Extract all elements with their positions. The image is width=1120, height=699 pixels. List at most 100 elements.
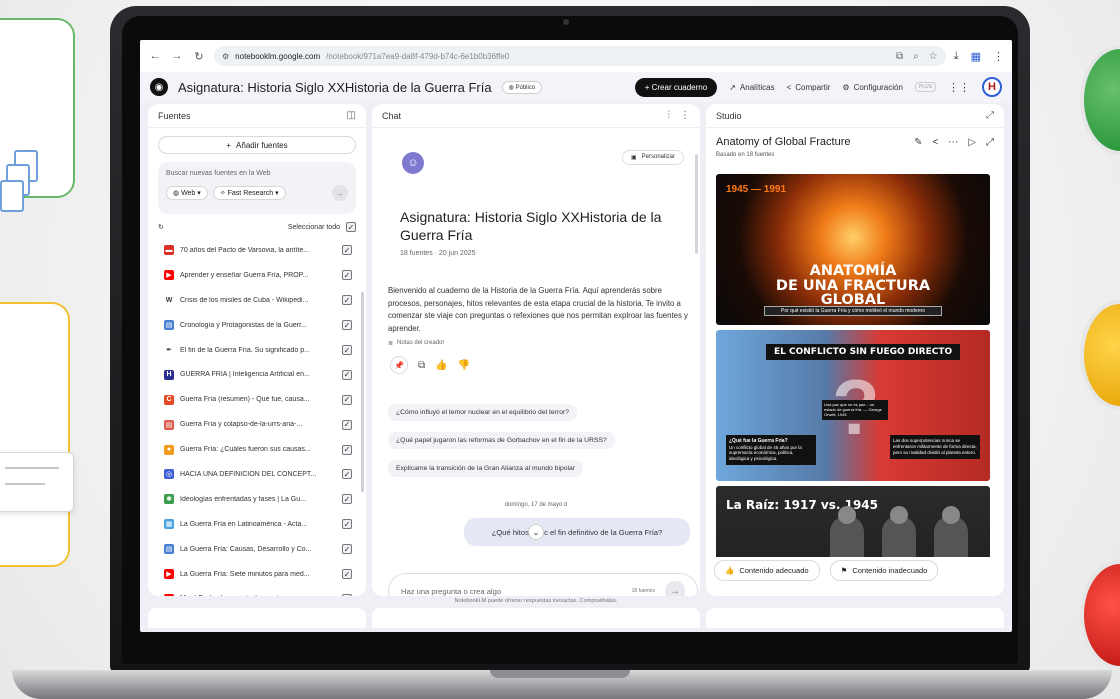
slide-3[interactable]: La Raíz: 1917 vs. 1945	[716, 486, 990, 557]
source-item-label: Aprender y enseñar Guerra Fría, PROP...	[180, 271, 309, 279]
source-item[interactable]: ● Guerra Fría: ¿Cuáles fueron sus causas.…	[148, 437, 366, 462]
select-all-checkbox[interactable]: ✓	[346, 222, 356, 232]
source-checkbox[interactable]: ✓	[342, 494, 352, 505]
refresh-icon[interactable]: ↻	[158, 223, 164, 231]
source-checkbox[interactable]: ✓	[342, 569, 352, 580]
apps-grid-icon[interactable]: ⋮⋮	[948, 81, 970, 94]
source-checkbox[interactable]: ✓	[342, 593, 352, 596]
notebooklm-logo-icon[interactable]: ◉	[150, 78, 168, 96]
bad-content-button[interactable]: ⚑ Contenido inadecuado	[829, 560, 939, 581]
source-checkbox[interactable]: ✓	[342, 469, 352, 480]
forward-icon[interactable]: →	[170, 50, 184, 62]
source-checkbox[interactable]: ✓	[342, 369, 352, 380]
source-checkbox[interactable]: ✓	[342, 270, 352, 281]
sources-title: Fuentes	[158, 110, 191, 121]
good-content-button[interactable]: 👍 Contenido adecuado	[714, 560, 820, 581]
source-item[interactable]: ▤ La Guerra Fría: Causas, Desarrollo y Co…	[148, 537, 366, 562]
suggestion-chip[interactable]: Explicame la transición de la Gran Alian…	[388, 460, 584, 477]
suggestion-chip[interactable]: ¿Qué papel jugaron las reformas de Gorba…	[388, 432, 615, 449]
pencil-icon[interactable]: ✎	[914, 137, 922, 148]
profile-icon[interactable]: ▦	[971, 50, 981, 63]
chat-input[interactable]: Haz una pregunta o crea algo 18 fuentes …	[388, 573, 698, 596]
reload-icon[interactable]: ↻	[192, 50, 206, 63]
suggestion-chip[interactable]: ¿Cómo influyó el temor nuclear en el equ…	[388, 404, 578, 421]
source-checkbox[interactable]: ✓	[342, 519, 352, 530]
download-icon[interactable]: ⤓	[954, 50, 959, 63]
analytics-button[interactable]: ↗ Analíticas	[729, 83, 774, 92]
slides-list[interactable]: 1945 — 1991 ANATOMÍA DE UNA FRACTURA GLO…	[716, 174, 990, 557]
source-item[interactable]: ▦ La Guerra Fría en Latinoamérica - Acta.…	[148, 512, 366, 537]
zoom-icon[interactable]: ⌕	[913, 51, 919, 62]
add-sources-button[interactable]: + Añadir fuentes	[158, 136, 356, 154]
slide-quote: Una paz que no es paz... un estado de gu…	[822, 400, 888, 420]
source-item[interactable]: ✒ El fin de la Guerra Fría. Su significad…	[148, 338, 366, 363]
source-item[interactable]: H GUERRA FRÍA | Inteligencia Artificial e…	[148, 362, 366, 387]
thumbs-up-icon[interactable]: 👍	[435, 360, 447, 371]
source-item[interactable]: ▤ Cronología y Protagonistas de la Guerr.…	[148, 313, 366, 338]
source-checkbox[interactable]: ✓	[342, 295, 352, 306]
h-logo-icon: H	[164, 369, 174, 380]
bad-content-label: Contenido inadecuado	[852, 566, 928, 575]
source-item-label: El fin de la Guerra Fría. Su significado…	[180, 346, 310, 354]
back-icon[interactable]: ←	[148, 50, 162, 62]
research-mode-dropdown[interactable]: ✧ Fast Research ▾	[212, 186, 286, 200]
c-logo-icon: C	[164, 394, 174, 405]
visibility-chip[interactable]: ◍ Público	[501, 80, 543, 94]
collapse-panel-icon[interactable]: ◫	[347, 110, 356, 121]
source-item[interactable]: W Crisis de los misiles de Cuba - Wikiped…	[148, 288, 366, 313]
sources-scrollbar[interactable]	[361, 292, 364, 492]
copy-icon[interactable]: ⧉	[418, 360, 425, 371]
site-info-icon[interactable]: ⚙	[222, 52, 229, 61]
source-item[interactable]: ▤ Guerra Fría y colapso-de-la-urrs-ana-..…	[148, 412, 366, 437]
source-checkbox[interactable]: ✓	[342, 444, 352, 455]
source-checkbox[interactable]: ✓	[342, 544, 352, 555]
share-icon: <	[786, 82, 792, 92]
source-item[interactable]: C Guerra Fría (resumen) - Qué fue, causa.…	[148, 387, 366, 412]
search-submit-icon[interactable]: →	[332, 185, 348, 201]
source-checkbox[interactable]: ✓	[342, 345, 352, 355]
chat-menu-icon[interactable]: ⋮	[680, 110, 690, 121]
expand-icon[interactable]: ⤢	[986, 110, 994, 121]
bookmark-star-icon[interactable]: ☆	[929, 51, 938, 62]
address-bar[interactable]: ⚙ notebooklm.google.com/notebook/971a7ea…	[214, 46, 946, 66]
search-input[interactable]: Buscar nuevas fuentes en la Web	[166, 170, 348, 177]
slide-1[interactable]: 1945 — 1991 ANATOMÍA DE UNA FRACTURA GLO…	[716, 174, 990, 325]
share-button[interactable]: < Compartir	[787, 83, 831, 92]
camera-icon	[563, 19, 569, 25]
decorative-text-panel	[0, 452, 74, 512]
more-icon[interactable]: ⋯	[948, 137, 958, 148]
globe-icon: ◍	[173, 190, 180, 197]
slide-2[interactable]: EL CONFLICTO SIN FUEGO DIRECTO ? Una paz…	[716, 330, 990, 481]
share-icon[interactable]: <	[932, 137, 938, 148]
thumbs-down-icon[interactable]: 👎	[458, 360, 470, 371]
send-icon[interactable]: →	[665, 581, 685, 596]
trend-icon: ↗	[729, 82, 736, 92]
settings-label: Configuración	[853, 82, 903, 92]
source-checkbox[interactable]: ✓	[342, 419, 352, 430]
source-checkbox[interactable]: ✓	[342, 320, 352, 331]
web-source-dropdown[interactable]: ◍ Web ▾	[166, 186, 208, 200]
avatar[interactable]: H	[982, 77, 1002, 97]
source-checkbox[interactable]: ✓	[342, 394, 352, 405]
chat-scrollbar[interactable]	[695, 154, 698, 254]
notebook-title[interactable]: Asignatura: Historia Siglo XXHistoria de…	[178, 80, 492, 95]
create-notebook-button[interactable]: + Crear cuaderno	[634, 77, 718, 97]
tune-icon[interactable]: ⫶	[668, 110, 671, 121]
install-icon[interactable]: ⧉	[896, 51, 903, 62]
fullscreen-icon[interactable]: ⤢	[986, 137, 994, 148]
source-item[interactable]: ▶ Aprender y enseñar Guerra Fría, PROP...…	[148, 263, 366, 288]
source-item[interactable]: ◎ HACIA UNA DEFINICIÓN DEL CONCEPT... ✓	[148, 462, 366, 487]
sources-list: ▬ 70 años del Pacto de Varsovia, la antít…	[148, 238, 366, 596]
source-checkbox[interactable]: ✓	[342, 245, 352, 256]
browser-menu-icon[interactable]: ⋮	[993, 50, 1004, 63]
pin-icon[interactable]: 📌	[390, 356, 408, 374]
personalize-button[interactable]: ▣ Personalizar	[621, 150, 684, 165]
youtube-icon: ▶	[164, 593, 174, 596]
scroll-down-icon[interactable]: ⌄	[528, 524, 544, 540]
source-item[interactable]: ▶ Mijail Gorbachov: quién fue y cómo ma..…	[148, 586, 366, 596]
source-item[interactable]: ✱ Ideologías enfrentadas y fases | La Gu.…	[148, 487, 366, 512]
play-icon[interactable]: ▷	[968, 137, 976, 148]
source-item[interactable]: ▬ 70 años del Pacto de Varsovia, la antít…	[148, 238, 366, 263]
source-item[interactable]: ▶ La Guerra Fría: Siete minutos para med.…	[148, 562, 366, 587]
settings-button[interactable]: ⚙ Configuración	[842, 83, 903, 92]
